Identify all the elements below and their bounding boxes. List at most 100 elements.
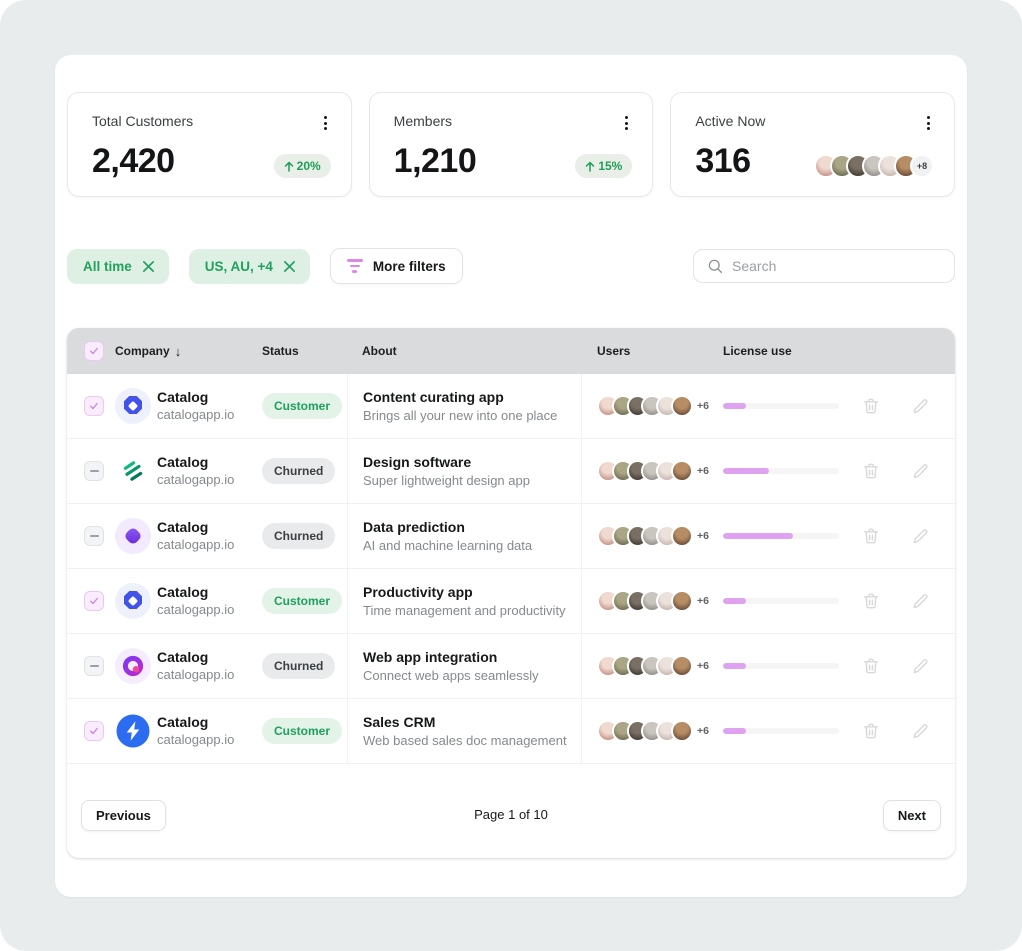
company-name: Catalog [157,648,234,666]
stat-card-active-now: Active Now 316 +8 [670,92,955,197]
about-title: Productivity app [363,583,581,602]
about-title: Design software [363,453,581,472]
check-icon [88,400,100,412]
company-domain: catalogapp.io [157,667,234,684]
kebab-menu-icon[interactable] [923,113,934,133]
about-subtitle: AI and machine learning data [363,537,581,555]
users-avatars: +6 [582,720,709,742]
row-checkbox[interactable] [84,526,104,546]
trend-badge: 15% [575,154,632,178]
row-checkbox[interactable] [84,591,104,611]
avatar-overflow-count: +6 [697,530,709,542]
table-row: Catalogcatalogapp.ioChurnedWeb app integ… [67,634,955,699]
stat-title: Active Now [695,113,765,129]
sort-descending-icon: ↓ [175,344,182,359]
table-row: Catalogcatalogapp.ioChurnedData predicti… [67,504,955,569]
delete-row-button[interactable] [861,396,881,416]
license-progress-bar [723,598,839,604]
edit-row-button[interactable] [910,721,930,741]
status-badge: Churned [262,653,335,679]
search-input[interactable] [732,258,942,274]
column-header-license[interactable]: License use [709,344,839,358]
column-header-status[interactable]: Status [262,344,347,358]
status-badge: Churned [262,458,335,484]
edit-row-button[interactable] [910,656,930,676]
license-progress-bar [723,468,839,474]
indeterminate-dash [90,535,99,537]
user-avatar [671,655,693,677]
filter-toolbar: All time US, AU, +4 More filters [67,248,955,284]
avatar-overflow-count: +6 [697,595,709,607]
search-icon [706,257,724,275]
edit-row-button[interactable] [910,526,930,546]
avatar-overflow-count: +8 [910,154,934,178]
trash-icon [861,526,881,546]
active-users-avatars: +8 [814,154,934,178]
company-domain: catalogapp.io [157,472,234,489]
license-progress-fill [723,533,793,539]
pencil-icon [910,526,930,546]
column-header-about[interactable]: About [347,344,582,358]
more-filters-label: More filters [373,259,446,274]
filter-chip-label: All time [83,259,132,274]
delete-row-button[interactable] [861,526,881,546]
edit-row-button[interactable] [910,461,930,481]
search-box[interactable] [693,249,955,283]
delete-row-button[interactable] [861,461,881,481]
select-all-checkbox[interactable] [84,341,104,361]
company-name: Catalog [157,453,234,471]
about-subtitle: Brings all your new into one place [363,407,581,425]
users-avatars: +6 [582,525,709,547]
users-avatars: +6 [582,395,709,417]
close-icon[interactable] [142,260,155,273]
pencil-icon [910,721,930,741]
edit-row-button[interactable] [910,396,930,416]
company-logo-blob [115,518,151,554]
column-header-users[interactable]: Users [582,344,709,358]
more-filters-button[interactable]: More filters [330,248,463,284]
company-logo-ring [115,648,151,684]
row-checkbox[interactable] [84,656,104,676]
trash-icon [861,721,881,741]
filter-chip-all-time[interactable]: All time [67,249,169,284]
pagination: Previous Page 1 of 10 Next [67,764,955,831]
delete-row-button[interactable] [861,721,881,741]
trash-icon [861,591,881,611]
kebab-menu-icon[interactable] [621,113,632,133]
license-progress-fill [723,598,746,604]
check-icon [88,595,100,607]
stat-value: 316 [695,144,750,178]
company-logo-bolt [115,713,151,749]
delete-row-button[interactable] [861,656,881,676]
table-row: Catalogcatalogapp.io Churned Design softwa… [67,439,955,504]
trend-value: 15% [598,159,622,173]
indeterminate-dash [90,665,99,667]
delete-row-button[interactable] [861,591,881,611]
check-icon [88,725,100,737]
pencil-icon [910,656,930,676]
kebab-menu-icon[interactable] [320,113,331,133]
close-icon[interactable] [283,260,296,273]
user-avatar [671,460,693,482]
company-name: Catalog [157,713,234,731]
users-avatars: +6 [582,655,709,677]
status-badge: Churned [262,523,335,549]
license-progress-fill [723,403,746,409]
avatar-overflow-count: +6 [697,660,709,672]
filter-chip-countries[interactable]: US, AU, +4 [189,249,310,284]
row-checkbox[interactable] [84,461,104,481]
company-name: Catalog [157,518,234,536]
edit-row-button[interactable] [910,591,930,611]
avatar-overflow-count: +6 [697,400,709,412]
row-checkbox[interactable] [84,396,104,416]
arrow-up-icon [585,161,595,172]
about-subtitle: Super lightweight design app [363,472,581,490]
trash-icon [861,461,881,481]
trash-icon [861,396,881,416]
customers-table: Company ↓ Status About Users License use… [67,328,955,858]
row-checkbox[interactable] [84,721,104,741]
filter-icon [347,259,363,273]
column-header-company[interactable]: Company ↓ [115,344,262,359]
company-domain: catalogapp.io [157,732,234,749]
table-row: Catalogcatalogapp.ioCustomerProductivity… [67,569,955,634]
